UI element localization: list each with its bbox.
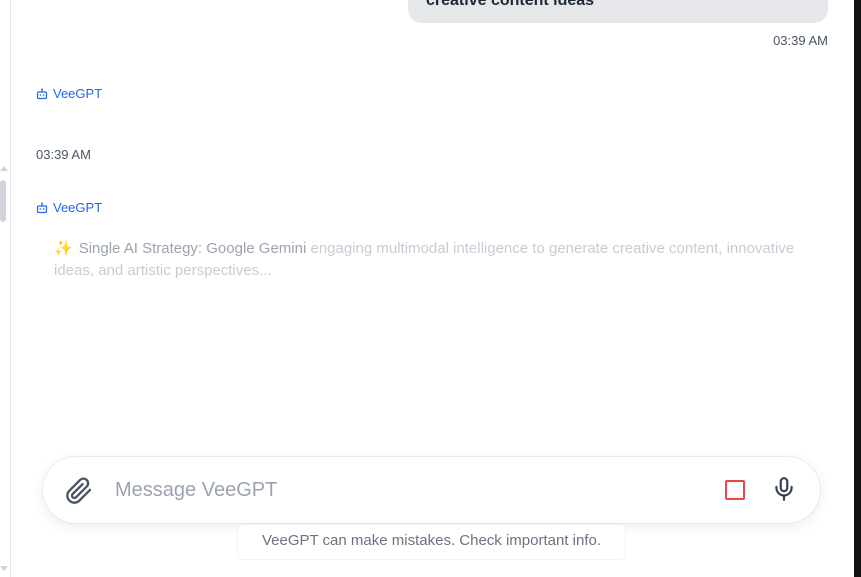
- user-message-time: 03:39 AM: [773, 33, 828, 48]
- disclaimer-text: VeeGPT can make mistakes. Check importan…: [237, 524, 626, 560]
- assistant-name: VeeGPT: [53, 86, 103, 101]
- user-message-bubble: creative content ideas: [408, 0, 828, 23]
- assistant-message-time: 03:39 AM: [36, 147, 91, 162]
- sparkle-icon: ✨: [54, 240, 73, 257]
- bot-icon: [36, 88, 48, 100]
- bot-icon: [36, 202, 48, 214]
- assistant-label: VeeGPT: [36, 86, 102, 101]
- microphone-icon[interactable]: [771, 475, 797, 503]
- window-edge: [854, 0, 861, 577]
- chat-area: creative content ideas 03:39 AM VeeGPT 0…: [11, 0, 854, 577]
- message-composer: [43, 457, 820, 523]
- left-scrollbar[interactable]: [0, 0, 11, 577]
- scroll-up-arrow-icon[interactable]: [0, 166, 8, 171]
- streaming-text-main: Single AI Strategy: Google Gemini: [78, 240, 307, 257]
- streaming-response: ✨ Single AI Strategy: Google Gemini engag…: [54, 238, 804, 282]
- assistant-name: VeeGPT: [53, 200, 103, 215]
- stop-square-icon: [725, 480, 745, 500]
- assistant-label: VeeGPT: [36, 200, 102, 215]
- paperclip-icon[interactable]: [65, 477, 93, 505]
- scrollbar-thumb[interactable]: [0, 180, 6, 222]
- message-input[interactable]: [113, 471, 707, 509]
- stop-button[interactable]: [725, 480, 745, 500]
- scroll-down-arrow-icon[interactable]: [0, 566, 8, 571]
- user-message-text: creative content ideas: [426, 0, 595, 9]
